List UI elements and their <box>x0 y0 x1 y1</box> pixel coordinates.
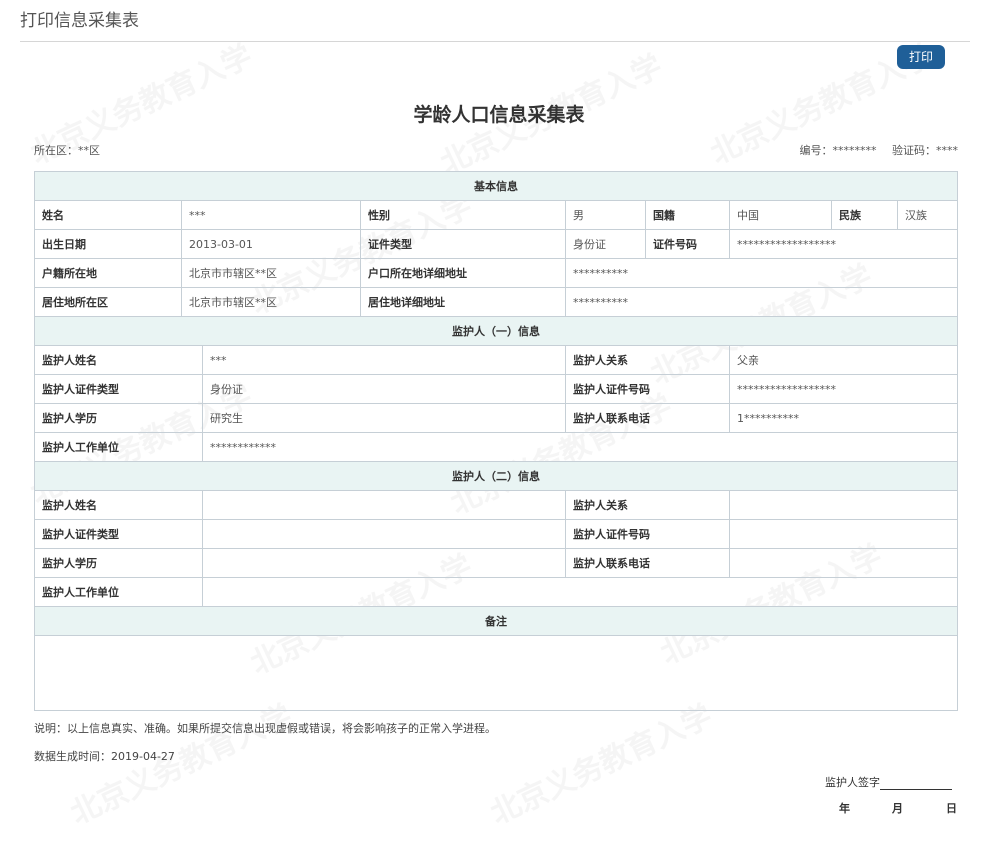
field-label: 监护人姓名 <box>34 490 203 520</box>
table-row: 居住地所在区 北京市市辖区**区 居住地详细地址 ********** <box>34 287 959 317</box>
page-title: 打印信息采集表 <box>20 6 970 42</box>
generated-time: 数据生成时间：2019-04-27 <box>34 750 175 763</box>
table-row: 姓名 *** 性别 男 国籍 中国 民族 汉族 <box>34 200 959 230</box>
field-label: 监护人姓名 <box>34 345 203 375</box>
field-label: 监护人工作单位 <box>34 577 203 607</box>
field-label: 监护人证件号码 <box>565 519 730 549</box>
table-row: 监护人学历 监护人联系电话 <box>34 548 959 578</box>
table-row: 监护人证件类型 身份证 监护人证件号码 ****************** <box>34 374 959 404</box>
field-label: 监护人联系电话 <box>565 548 730 578</box>
hukou-district-value: 北京市市辖区**区 <box>181 258 361 288</box>
signature-field: 监护人签字 <box>825 774 952 790</box>
disclaimer-note: 说明：以上信息真实、准确。如果所提交信息出现虚假或错误，将会影响孩子的正常入学进… <box>34 722 496 735</box>
table-row: 监护人姓名 *** 监护人关系 父亲 <box>34 345 959 375</box>
section-title: 备注 <box>33 606 959 636</box>
month-label: 月 <box>892 802 903 815</box>
field-label: 户口所在地详细地址 <box>360 258 566 288</box>
field-label: 性别 <box>360 200 566 230</box>
year-label: 年 <box>839 802 850 815</box>
section-header-guardian-2: 监护人（二）信息 <box>33 461 959 491</box>
guardian2-id-type-value <box>202 519 566 549</box>
watermark-text: 北京义务教育入学 <box>485 698 718 832</box>
table-row: 监护人工作单位 <box>34 577 959 607</box>
guardian1-id-number-value: ****************** <box>728 374 959 404</box>
field-label: 证件类型 <box>360 229 566 259</box>
field-label: 监护人关系 <box>565 490 730 520</box>
document-meta: 编号：******** 验证码：**** <box>788 142 959 158</box>
section-header-guardian-1: 监护人（一）信息 <box>33 316 959 346</box>
table-row: 监护人学历 研究生 监护人联系电话 1********** <box>34 403 959 433</box>
field-label: 监护人联系电话 <box>565 403 730 433</box>
section-header-remarks: 备注 <box>33 606 959 636</box>
signature-line <box>880 777 952 790</box>
field-label: 监护人学历 <box>34 548 203 578</box>
id-number-value: ****************** <box>728 229 959 259</box>
info-form-table: 基本信息 姓名 *** 性别 男 国籍 中国 民族 汉族 出生日期 2013-0… <box>33 171 959 711</box>
guardian1-relation-value: 父亲 <box>728 345 959 375</box>
field-label: 民族 <box>831 200 898 230</box>
field-label: 姓名 <box>34 200 182 230</box>
id-type-value: 身份证 <box>565 229 646 259</box>
serial-number: 编号：******** <box>799 144 877 157</box>
field-label: 监护人学历 <box>34 403 203 433</box>
hukou-address-value: ********** <box>564 258 959 288</box>
day-label: 日 <box>946 802 957 815</box>
field-label: 监护人关系 <box>565 345 730 375</box>
table-row: 户籍所在地 北京市市辖区**区 户口所在地详细地址 ********** <box>34 258 959 288</box>
name-value: *** <box>181 200 361 230</box>
field-label: 居住地详细地址 <box>360 287 566 317</box>
guardian1-id-type-value: 身份证 <box>202 374 566 404</box>
residence-address-value: ********** <box>564 287 959 317</box>
field-label: 监护人证件号码 <box>565 374 730 404</box>
signature-label: 监护人签字 <box>825 776 880 789</box>
field-label: 监护人工作单位 <box>34 432 203 462</box>
table-row: 出生日期 2013-03-01 证件类型 身份证 证件号码 **********… <box>34 229 959 259</box>
section-title: 监护人（二）信息 <box>33 461 959 491</box>
table-row: 监护人证件类型 监护人证件号码 <box>34 519 959 549</box>
section-title: 监护人（一）信息 <box>33 316 959 346</box>
section-title: 基本信息 <box>33 171 959 201</box>
field-label: 出生日期 <box>34 229 182 259</box>
guardian2-employer-value <box>201 577 959 607</box>
print-button[interactable]: 打印 <box>897 45 945 69</box>
guardian1-phone-value: 1********** <box>728 403 959 433</box>
field-label: 国籍 <box>645 200 730 230</box>
guardian2-phone-value <box>728 548 959 578</box>
verify-code: 验证码：**** <box>892 144 958 157</box>
table-row: 监护人工作单位 ************ <box>34 432 959 462</box>
field-label: 户籍所在地 <box>34 258 182 288</box>
ethnicity-value: 汉族 <box>896 200 959 230</box>
field-label: 证件号码 <box>645 229 730 259</box>
table-row: 监护人姓名 监护人关系 <box>34 490 959 520</box>
birth-value: 2013-03-01 <box>181 229 361 259</box>
guardian1-education-value: 研究生 <box>202 403 566 433</box>
document-title: 学龄人口信息采集表 <box>413 104 585 126</box>
field-label: 监护人证件类型 <box>34 519 203 549</box>
nationality-value: 中国 <box>729 200 832 230</box>
guardian1-employer-value: ************ <box>201 432 959 462</box>
remarks-content <box>33 635 959 711</box>
guardian2-relation-value <box>728 490 959 520</box>
section-header-basic: 基本信息 <box>33 171 959 201</box>
gender-value: 男 <box>565 200 646 230</box>
residence-district-value: 北京市市辖区**区 <box>181 287 361 317</box>
table-row <box>33 635 959 711</box>
field-label: 监护人证件类型 <box>34 374 203 404</box>
guardian2-id-number-value <box>728 519 959 549</box>
guardian2-name-value <box>202 490 566 520</box>
district-text: 所在区：**区 <box>34 144 100 157</box>
guardian2-education-value <box>202 548 566 578</box>
field-label: 居住地所在区 <box>34 287 182 317</box>
guardian1-name-value: *** <box>202 345 566 375</box>
